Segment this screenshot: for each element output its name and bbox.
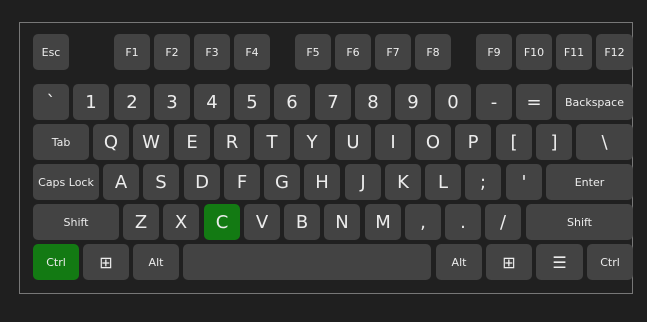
key-comma[interactable]: , bbox=[405, 204, 441, 240]
key-0[interactable]: 0 bbox=[435, 84, 471, 120]
key-right-shift[interactable]: Shift bbox=[526, 204, 633, 240]
key-quote[interactable]: ' bbox=[506, 164, 542, 200]
key-f10[interactable]: F10 bbox=[516, 34, 552, 70]
key-semicolon[interactable]: ; bbox=[465, 164, 501, 200]
key-e[interactable]: E bbox=[174, 124, 210, 160]
key-f[interactable]: F bbox=[224, 164, 260, 200]
key-left-alt[interactable]: Alt bbox=[133, 244, 179, 280]
key-right-ctrl[interactable]: Ctrl bbox=[587, 244, 633, 280]
key-d[interactable]: D bbox=[184, 164, 220, 200]
key-1[interactable]: 1 bbox=[73, 84, 109, 120]
key-f11[interactable]: F11 bbox=[556, 34, 592, 70]
key-left-windows-icon[interactable]: ⊞ bbox=[83, 244, 129, 280]
key-slash[interactable]: / bbox=[485, 204, 521, 240]
key-g[interactable]: G bbox=[264, 164, 300, 200]
key-f8[interactable]: F8 bbox=[415, 34, 451, 70]
key-v[interactable]: V bbox=[244, 204, 280, 240]
key-c[interactable]: C bbox=[204, 204, 240, 240]
key-backtick[interactable]: ` bbox=[33, 84, 69, 120]
key-9[interactable]: 9 bbox=[395, 84, 431, 120]
key-right-bracket[interactable]: ] bbox=[536, 124, 572, 160]
key-j[interactable]: J bbox=[345, 164, 381, 200]
key-7[interactable]: 7 bbox=[315, 84, 351, 120]
key-right-alt[interactable]: Alt bbox=[436, 244, 482, 280]
key-f5[interactable]: F5 bbox=[295, 34, 331, 70]
key-x[interactable]: X bbox=[163, 204, 199, 240]
key-4[interactable]: 4 bbox=[194, 84, 230, 120]
key-i[interactable]: I bbox=[375, 124, 411, 160]
key-q[interactable]: Q bbox=[93, 124, 129, 160]
key-f3[interactable]: F3 bbox=[194, 34, 230, 70]
key-right-windows-icon[interactable]: ⊞ bbox=[486, 244, 532, 280]
key-tab[interactable]: Tab bbox=[33, 124, 89, 160]
key-h[interactable]: H bbox=[304, 164, 340, 200]
key-z[interactable]: Z bbox=[123, 204, 159, 240]
key-f2[interactable]: F2 bbox=[154, 34, 190, 70]
key-m[interactable]: M bbox=[365, 204, 401, 240]
key-f12[interactable]: F12 bbox=[596, 34, 633, 70]
key-s[interactable]: S bbox=[143, 164, 179, 200]
key-2[interactable]: 2 bbox=[114, 84, 150, 120]
key-f4[interactable]: F4 bbox=[234, 34, 270, 70]
key-left-ctrl[interactable]: Ctrl bbox=[33, 244, 79, 280]
key-k[interactable]: K bbox=[385, 164, 421, 200]
key-o[interactable]: O bbox=[415, 124, 451, 160]
key-l[interactable]: L bbox=[425, 164, 461, 200]
key-f6[interactable]: F6 bbox=[335, 34, 371, 70]
key-a[interactable]: A bbox=[103, 164, 139, 200]
key-f9[interactable]: F9 bbox=[476, 34, 512, 70]
key-f7[interactable]: F7 bbox=[375, 34, 411, 70]
key-left-shift[interactable]: Shift bbox=[33, 204, 119, 240]
key-b[interactable]: B bbox=[284, 204, 320, 240]
key-r[interactable]: R bbox=[214, 124, 250, 160]
key-period[interactable]: . bbox=[445, 204, 481, 240]
key-left-bracket[interactable]: [ bbox=[496, 124, 532, 160]
key-caps-lock[interactable]: Caps Lock bbox=[33, 164, 99, 200]
key-f1[interactable]: F1 bbox=[114, 34, 150, 70]
key-5[interactable]: 5 bbox=[234, 84, 270, 120]
key-menu-icon[interactable]: ☰ bbox=[536, 244, 583, 280]
key-p[interactable]: P bbox=[455, 124, 491, 160]
key-backslash[interactable]: \ bbox=[576, 124, 633, 160]
key-3[interactable]: 3 bbox=[154, 84, 190, 120]
key-equals[interactable]: = bbox=[516, 84, 552, 120]
key-n[interactable]: N bbox=[324, 204, 360, 240]
key-6[interactable]: 6 bbox=[274, 84, 310, 120]
key-u[interactable]: U bbox=[335, 124, 371, 160]
key-y[interactable]: Y bbox=[294, 124, 330, 160]
key-w[interactable]: W bbox=[133, 124, 169, 160]
key-space[interactable] bbox=[183, 244, 431, 280]
key-t[interactable]: T bbox=[254, 124, 290, 160]
key-enter[interactable]: Enter bbox=[546, 164, 633, 200]
key-esc[interactable]: Esc bbox=[33, 34, 69, 70]
key-minus[interactable]: - bbox=[476, 84, 512, 120]
key-backspace[interactable]: Backspace bbox=[556, 84, 633, 120]
key-8[interactable]: 8 bbox=[355, 84, 391, 120]
